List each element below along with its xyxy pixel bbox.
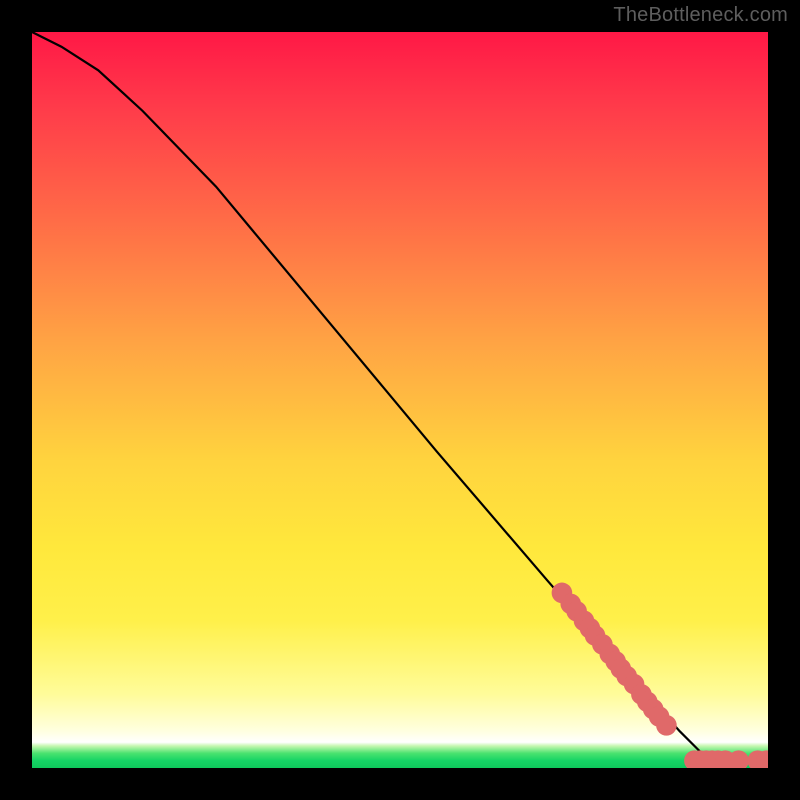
scatter-points <box>552 583 768 768</box>
chart-stage: TheBottleneck.com <box>0 0 800 800</box>
chart-overlay <box>32 32 768 768</box>
scatter-point <box>656 715 677 736</box>
curve-line <box>32 32 768 761</box>
plot-area <box>32 32 768 768</box>
watermark-text: TheBottleneck.com <box>613 4 788 27</box>
